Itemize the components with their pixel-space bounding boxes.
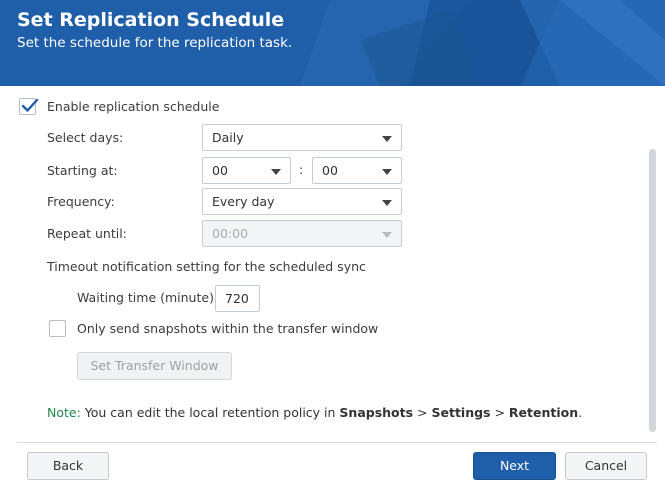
vertical-scrollbar[interactable] — [649, 149, 656, 432]
starting-minute-value: 00 — [322, 163, 338, 178]
note-sep-1: > — [413, 405, 432, 420]
dialog-title: Set Replication Schedule — [17, 9, 285, 31]
timeout-heading: Timeout notification setting for the sch… — [47, 259, 366, 274]
note-sep-2: > — [490, 405, 509, 420]
enable-schedule-checkbox[interactable] — [19, 98, 39, 115]
note-text: You can edit the local retention policy … — [80, 405, 340, 420]
repeat-until-value: 00:00 — [212, 226, 249, 241]
starting-at-label: Starting at: — [47, 163, 118, 178]
repeat-until-label: Repeat until: — [47, 226, 127, 241]
next-button[interactable]: Next — [473, 452, 556, 480]
checkmark-icon — [21, 98, 39, 112]
footer-divider — [17, 442, 657, 443]
select-days-dropdown[interactable]: Daily — [202, 124, 402, 151]
note-retention: Retention — [508, 405, 579, 420]
snapshots-window-checkbox[interactable] — [49, 320, 66, 337]
dialog-header: Set Replication Schedule Set the schedul… — [0, 0, 665, 86]
select-days-label: Select days: — [47, 130, 124, 145]
chevron-down-icon — [271, 169, 281, 175]
frequency-value: Every day — [212, 194, 275, 209]
waiting-time-label: Waiting time (minute) — [77, 290, 214, 305]
waiting-time-input[interactable]: 720 — [215, 285, 260, 312]
chevron-down-icon — [382, 136, 392, 142]
repeat-until-dropdown[interactable]: 00:00 — [202, 220, 402, 247]
snapshots-window-label: Only send snapshots within the transfer … — [77, 321, 379, 336]
starting-hour-dropdown[interactable]: 00 — [202, 157, 291, 184]
note-settings: Settings — [431, 405, 491, 420]
retention-note: Note: You can edit the local retention p… — [47, 405, 582, 420]
starting-minute-dropdown[interactable]: 00 — [312, 157, 402, 184]
time-separator: : — [299, 162, 304, 177]
note-prefix: Note: — [47, 405, 81, 420]
waiting-time-value: 720 — [225, 291, 249, 306]
dialog-subtitle: Set the schedule for the replication tas… — [17, 35, 293, 51]
frequency-label: Frequency: — [47, 194, 115, 209]
cancel-button[interactable]: Cancel — [565, 452, 647, 480]
enable-schedule-label: Enable replication schedule — [47, 99, 220, 114]
note-snapshots: Snapshots — [339, 405, 414, 420]
chevron-down-icon — [382, 169, 392, 175]
frequency-dropdown[interactable]: Every day — [202, 188, 402, 215]
chevron-down-icon — [382, 200, 392, 206]
set-transfer-window-button[interactable]: Set Transfer Window — [77, 352, 232, 380]
select-days-value: Daily — [212, 130, 244, 145]
note-end: . — [578, 405, 583, 420]
starting-hour-value: 00 — [212, 163, 228, 178]
chevron-down-icon — [382, 232, 392, 238]
back-button[interactable]: Back — [27, 452, 109, 480]
